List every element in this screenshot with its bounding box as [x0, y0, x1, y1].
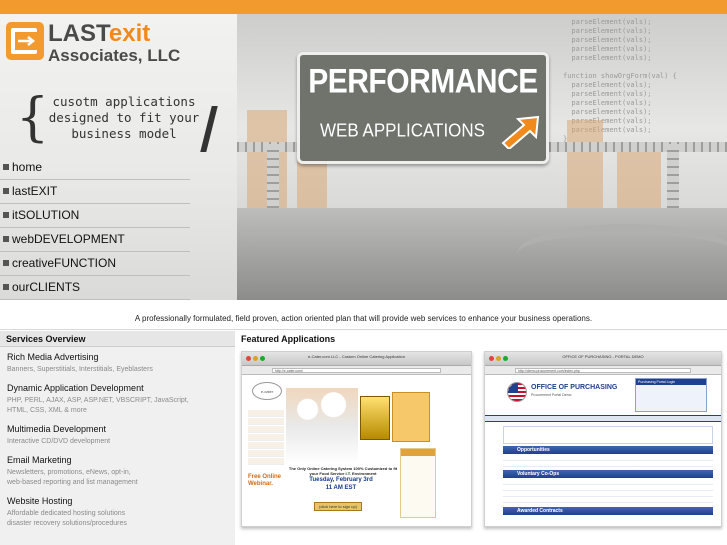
coops-list — [503, 479, 713, 503]
catering-nav — [248, 410, 284, 466]
purchasing-nav — [485, 415, 721, 422]
purchasing-search-box — [503, 426, 713, 444]
browser-urlbar: http://demo.procurement.com/index.php — [485, 366, 721, 375]
service-desc: Affordable dedicated hosting solutions d… — [7, 510, 127, 527]
tagline-line: designed to fit your — [48, 110, 200, 125]
tagline-line: cusotm applications — [52, 94, 196, 109]
flag-seal-icon — [507, 382, 527, 402]
service-item: Multimedia Development Interactive CD/DV… — [0, 416, 235, 447]
nav-item-webdevelopment[interactable]: webDEVELOPMENT — [0, 228, 190, 252]
service-title[interactable]: Email Marketing — [7, 454, 229, 466]
arrow-right-icon — [501, 115, 540, 149]
featured-app-catering[interactable]: e-Cater.com LLC - Custom Online Catering… — [241, 351, 472, 527]
intro-text: A professionally formulated, field prove… — [134, 314, 593, 323]
nav-item-ourclients[interactable]: ourCLIENTS — [0, 276, 190, 300]
sign-title: PERFORMANCE — [308, 62, 538, 101]
logo-wordmark: LASTexit — [48, 20, 151, 47]
exit-logo-icon — [6, 22, 44, 60]
site-header: LASTexit Associates, LLC { cusotm applic… — [0, 14, 727, 300]
sign-subtitle: WEB APPLICATIONS — [320, 120, 486, 141]
chefs-photo — [286, 388, 358, 464]
ecater-logo-icon: e-cater — [252, 382, 282, 400]
nav-item-home[interactable]: home — [0, 156, 190, 180]
catering-sidebar — [400, 448, 436, 518]
service-desc: PHP, PERL, AJAX, ASP, ASP.NET, VBSCRIPT,… — [7, 397, 189, 414]
nav-item-creativefunction[interactable]: creativeFUNCTION — [0, 252, 190, 276]
header-left-panel: LASTexit Associates, LLC { cusotm applic… — [0, 14, 237, 300]
divider — [0, 329, 727, 330]
nav-item-itsolution[interactable]: itSOLUTION — [0, 204, 190, 228]
service-desc: Interactive CD/DVD development — [7, 438, 111, 445]
contracts-bar: Awarded Contracts — [503, 507, 713, 515]
service-desc: Newsletters, promotions, eNews, opt-in, … — [7, 469, 138, 486]
services-overview: Services Overview Rich Media Advertising… — [0, 331, 235, 545]
service-item: Email Marketing Newsletters, promotions,… — [0, 447, 235, 488]
main-nav: home lastEXIT itSOLUTION webDEVELOPMENT … — [0, 156, 190, 300]
browser-titlebar: OFFICE OF PURCHASING - PORTAL DEMO — [485, 352, 721, 366]
opportunities-list — [503, 455, 713, 467]
service-item: Dynamic Application Development PHP, PER… — [0, 375, 235, 416]
tagline: { cusotm applications designed to fit yo… — [16, 92, 218, 154]
browser-titlebar: e-Cater.com LLC - Custom Online Catering… — [242, 352, 471, 366]
purchasing-login-box: Purchasing Portal Login — [635, 378, 707, 412]
service-item: Rich Media Advertising Banners, Supersti… — [0, 347, 235, 375]
service-title[interactable]: Dynamic Application Development — [7, 382, 229, 394]
logo-company-name: Associates, LLC — [48, 46, 181, 65]
webinar-label: Free Online Webinar. — [248, 474, 282, 487]
webinar-date: Tuesday, February 3rd 11 AM EST — [309, 477, 373, 491]
featured-app-purchasing[interactable]: OFFICE OF PURCHASING - PORTAL DEMO http:… — [484, 351, 722, 527]
signup-button: (click here to sign up) — [314, 502, 362, 511]
service-title[interactable]: Website Hosting — [7, 495, 229, 507]
highway-sign: PERFORMANCE WEB APPLICATIONS — [297, 52, 549, 164]
tagline-line: business model — [71, 126, 177, 141]
catering-headline: The Only Online Catering System 100% Cus… — [288, 466, 398, 476]
purchasing-title: OFFICE OF PURCHASING — [531, 384, 618, 391]
purchasing-subtitle: Procurement Portal Demo — [531, 393, 572, 397]
company-logo[interactable]: LASTexit Associates, LLC — [6, 20, 232, 68]
service-desc: Banners, Superstitials, Interstitials, E… — [7, 366, 153, 373]
service-title[interactable]: Multimedia Development — [7, 423, 229, 435]
service-title[interactable]: Rich Media Advertising — [7, 351, 229, 363]
opportunities-bar: Opportunities — [503, 446, 713, 454]
service-item: Website Hosting Affordable dedicated hos… — [0, 488, 235, 529]
featured-applications: Featured Applications e-Cater.com LLC - … — [237, 331, 727, 545]
top-accent-bar — [0, 0, 727, 14]
browser-urlbar: http://e-cater.com/ — [242, 366, 471, 375]
nav-item-lastexit[interactable]: lastEXIT — [0, 180, 190, 204]
featured-title: Featured Applications — [241, 334, 336, 344]
product-box-image — [360, 396, 390, 440]
feature-panel — [392, 392, 430, 442]
coops-bar: Voluntary Co-Ops — [503, 470, 713, 478]
services-title: Services Overview — [0, 331, 235, 347]
hero-image: parseElement(vals); parseElement(vals); … — [237, 14, 727, 300]
